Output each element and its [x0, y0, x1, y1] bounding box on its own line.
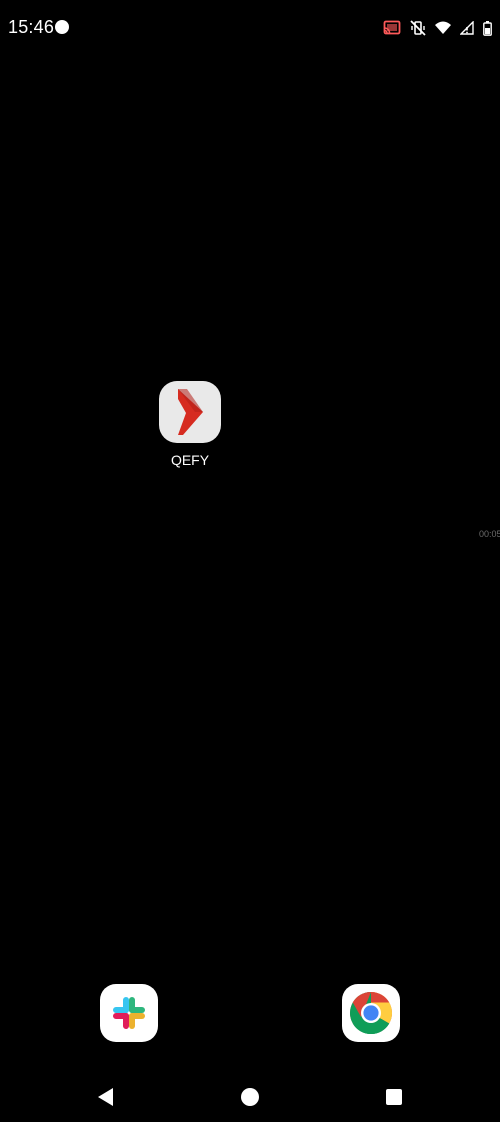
cast-icon	[383, 20, 401, 36]
navigation-bar	[0, 1072, 500, 1122]
chrome-app-icon[interactable]	[342, 984, 400, 1042]
edge-timer-text: 00:05	[479, 529, 500, 539]
home-screen: 15:46 QEFY 00:05	[0, 0, 500, 1122]
signal-icon	[460, 21, 474, 35]
qefy-app-icon[interactable]	[159, 381, 221, 443]
slack-app-icon[interactable]	[100, 984, 158, 1042]
back-triangle-icon	[98, 1088, 113, 1106]
back-button[interactable]	[94, 1086, 116, 1108]
vibrate-off-icon	[410, 20, 426, 36]
recents-button[interactable]	[383, 1086, 405, 1108]
home-circle-icon	[241, 1088, 259, 1106]
home-button[interactable]	[239, 1086, 261, 1108]
qefy-app-label[interactable]: QEFY	[130, 452, 250, 468]
wifi-icon	[435, 21, 451, 35]
status-bar: 15:46	[0, 0, 500, 56]
chrome-logo-icon	[349, 992, 393, 1035]
status-icons	[383, 18, 492, 38]
notification-dot-icon	[55, 20, 69, 34]
slack-logo-icon	[113, 997, 145, 1029]
battery-icon	[483, 20, 492, 36]
status-time: 15:46	[8, 17, 55, 37]
qefy-logo-icon	[178, 389, 203, 435]
recents-square-icon	[386, 1089, 402, 1105]
